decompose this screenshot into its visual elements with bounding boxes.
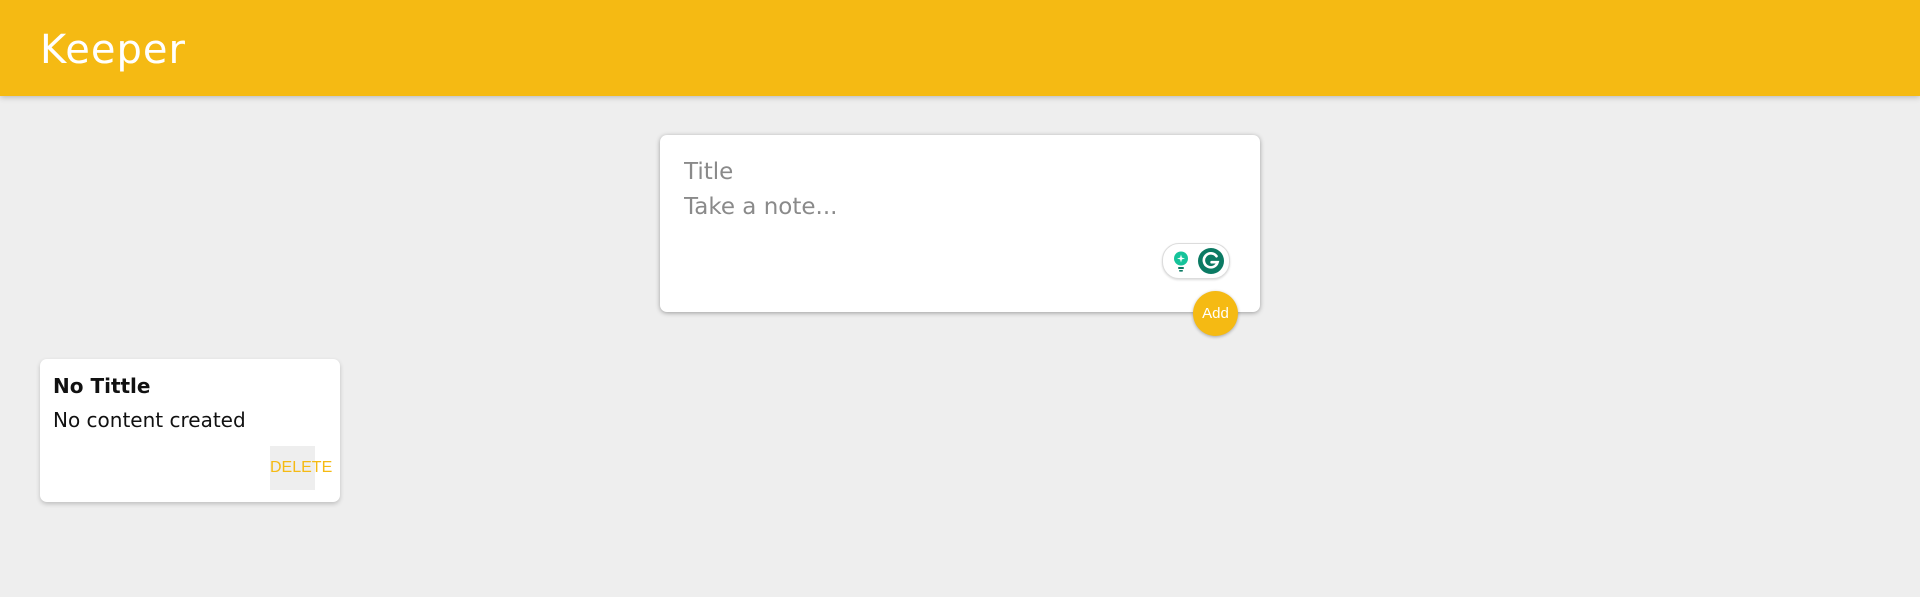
note-title: No Tittle (53, 374, 151, 398)
note-content: No content created (53, 408, 246, 432)
delete-note-button[interactable]: DELETE (270, 446, 332, 490)
note-card: No Tittle No content created DELETE (40, 359, 340, 502)
app-header: Keeper (0, 0, 1920, 96)
note-content-input[interactable] (684, 194, 1224, 234)
create-note-form (660, 135, 1260, 312)
add-note-button[interactable]: Add (1193, 291, 1238, 336)
lightbulb-icon[interactable] (1169, 249, 1193, 277)
app-title: Keeper (40, 27, 186, 73)
grammarly-g-icon[interactable] (1197, 247, 1225, 279)
note-title-input[interactable] (684, 156, 1224, 188)
grammarly-widget[interactable] (1162, 243, 1230, 279)
